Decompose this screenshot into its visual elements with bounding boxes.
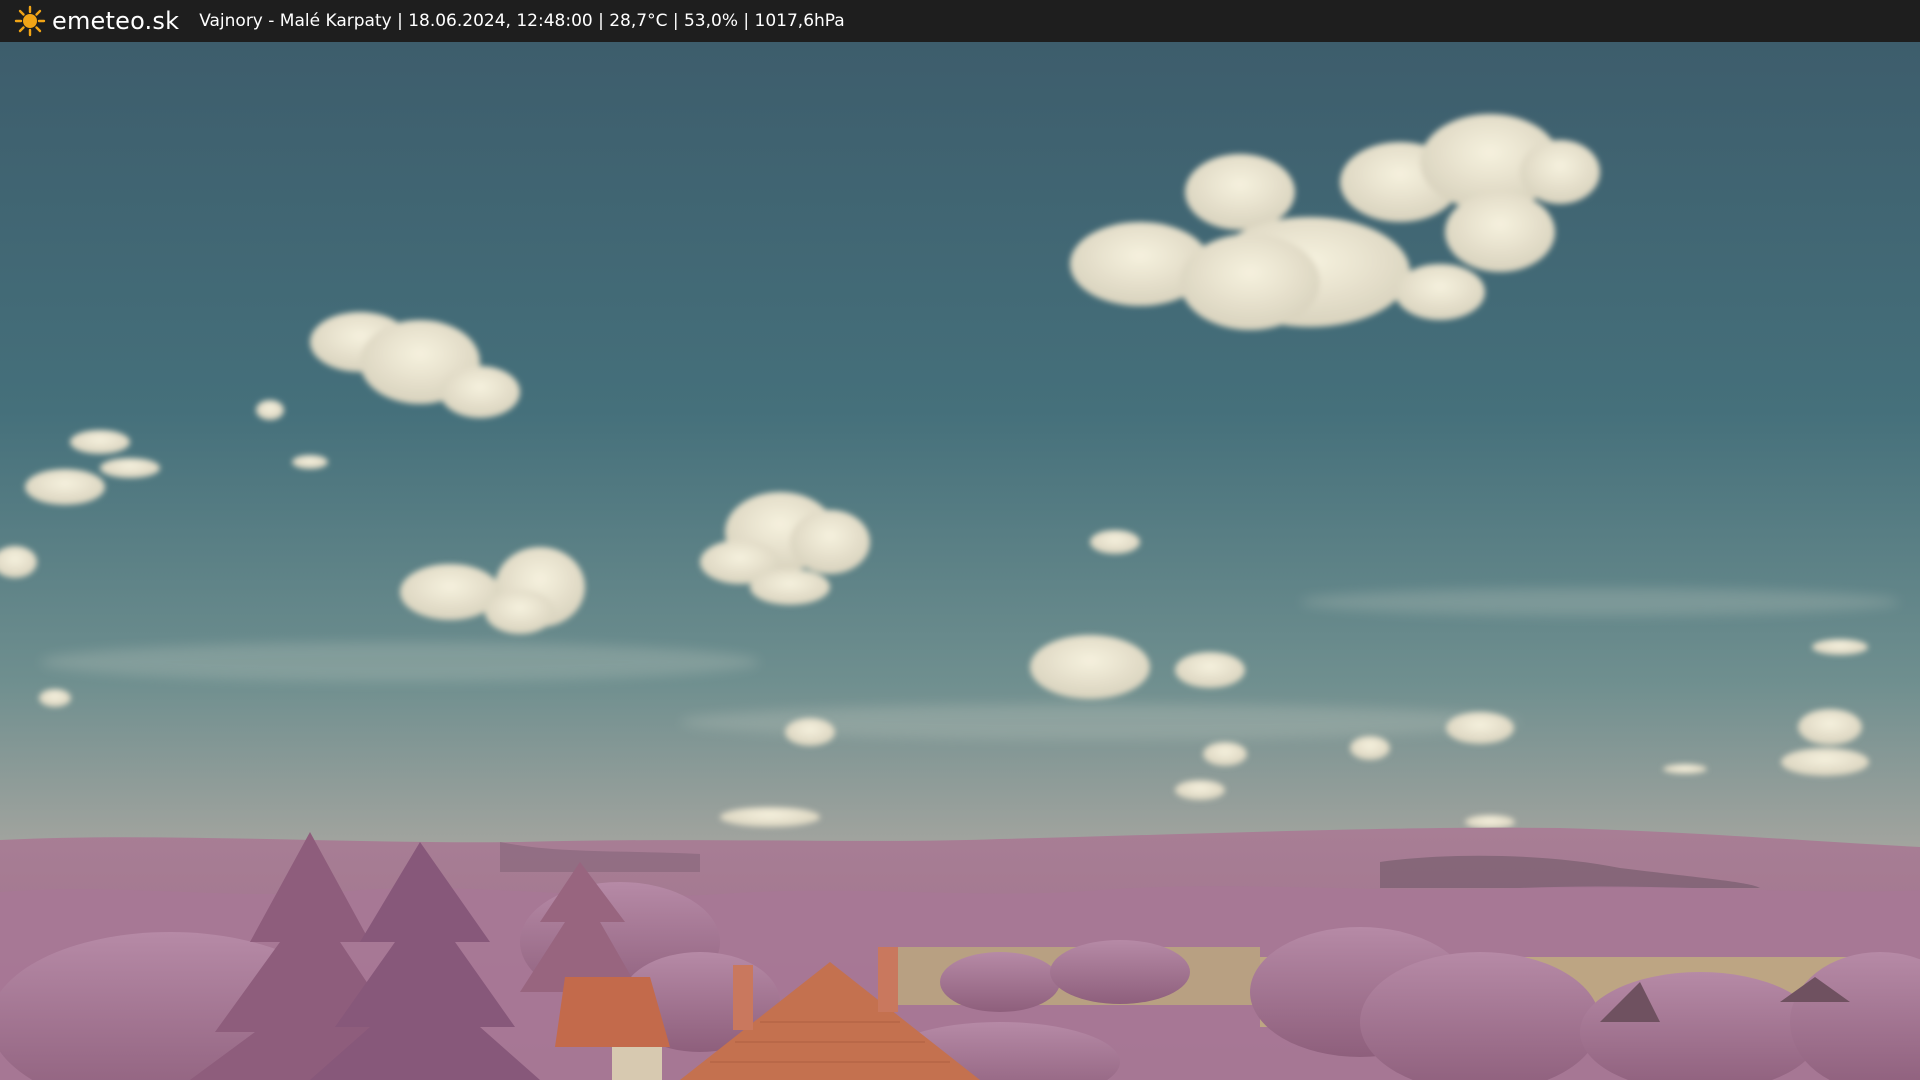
sky bbox=[0, 42, 1920, 862]
webcam-overlay-bar: emeteo.sk Vajnory - Malé Karpaty | 18.06… bbox=[0, 0, 1920, 42]
brand-name: emeteo.sk bbox=[52, 7, 180, 35]
sun-icon bbox=[14, 5, 46, 37]
webcam-frame: emeteo.sk Vajnory - Malé Karpaty | 18.06… bbox=[0, 0, 1920, 1080]
brand: emeteo.sk bbox=[14, 5, 179, 37]
weather-status-text: Vajnory - Malé Karpaty | 18.06.2024, 12:… bbox=[199, 11, 845, 31]
webcam-image bbox=[0, 42, 1920, 1080]
small-roof bbox=[555, 977, 670, 1047]
